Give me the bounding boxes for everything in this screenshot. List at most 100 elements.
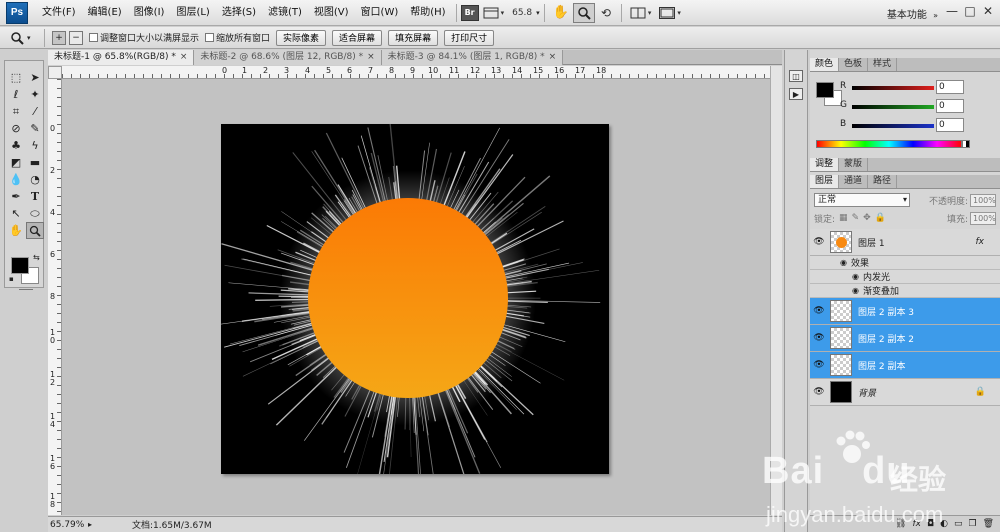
history-brush-tool[interactable]: ϟ	[26, 137, 44, 154]
status-zoom[interactable]: 65.79%	[48, 520, 84, 530]
blue-track[interactable]	[852, 124, 934, 128]
menu-layer[interactable]: 图层(L)	[170, 3, 215, 23]
document-canvas[interactable]	[221, 124, 609, 474]
chevron-down-icon[interactable]: ▾	[536, 9, 540, 17]
pen-tool[interactable]: ✒	[7, 188, 25, 205]
eye-icon[interactable]: ◉	[852, 286, 859, 295]
tab-color[interactable]: 颜色	[810, 58, 840, 71]
eye-icon[interactable]: ◉	[852, 272, 859, 281]
history-panel-button[interactable]: ◫	[789, 70, 803, 82]
clone-stamp-tool[interactable]: ♣	[7, 137, 25, 154]
zoom-level[interactable]: 65.8	[508, 8, 536, 18]
fill-screen-button[interactable]: 填充屏幕	[388, 29, 439, 46]
opacity-input[interactable]: 100%	[970, 193, 996, 207]
tab-document-3[interactable]: 未标题-3 @ 84.1% (图层 1, RGB/8) * ×	[381, 50, 564, 65]
move-tool[interactable]: ➤	[26, 69, 44, 86]
link-icon[interactable]: ⛓	[895, 519, 906, 529]
adjustment-icon[interactable]: ◐	[940, 519, 948, 529]
blue-slider[interactable]: B 0	[840, 118, 1000, 136]
effect-gradient-overlay[interactable]: ◉ 渐变叠加	[810, 284, 1000, 298]
new-layer-icon[interactable]: ❐	[968, 519, 976, 529]
ruler-origin[interactable]	[48, 66, 62, 79]
menu-image[interactable]: 图像(I)	[128, 3, 171, 23]
lock-image-icon[interactable]: ✎	[852, 213, 860, 223]
layer-row[interactable]: 👁 图层 1 fx	[810, 229, 1000, 256]
quick-mask-button[interactable]	[19, 289, 33, 295]
tab-document-1[interactable]: 未标题-1 @ 65.8%(RGB/8) * ×	[48, 50, 195, 65]
green-value-input[interactable]: 0	[936, 99, 964, 113]
menu-help[interactable]: 帮助(H)	[404, 3, 451, 23]
layer-row[interactable]: 👁 图层 2 副本 3	[810, 298, 1000, 325]
hand-tool-button[interactable]: ✋	[549, 3, 573, 23]
canvas-area[interactable]	[62, 79, 770, 515]
menu-select[interactable]: 选择(S)	[216, 3, 262, 23]
menu-filter[interactable]: 滤镜(T)	[262, 3, 308, 23]
crop-tool[interactable]: ⌗	[7, 103, 25, 120]
blur-tool[interactable]: 💧	[7, 171, 25, 188]
red-slider[interactable]: R 0	[840, 80, 1000, 98]
zoom-tool[interactable]	[26, 222, 44, 239]
actual-pixels-button[interactable]: 实际像素	[276, 29, 327, 46]
zoom-all-windows-checkbox[interactable]: 缩放所有窗口	[205, 31, 270, 44]
foreground-color-swatch[interactable]	[816, 82, 834, 98]
minimize-button[interactable]: —	[944, 4, 960, 18]
blue-value-input[interactable]: 0	[936, 118, 964, 132]
blend-mode-select[interactable]: 正常	[814, 193, 910, 207]
zoom-out-button[interactable]: −	[69, 30, 83, 45]
path-selection-tool[interactable]: ↖	[7, 205, 25, 222]
marquee-tool[interactable]: ⬚	[7, 69, 25, 86]
actions-panel-button[interactable]: ▶	[789, 88, 803, 100]
dodge-tool[interactable]: ◔	[26, 171, 44, 188]
magic-wand-tool[interactable]: ✦	[26, 86, 44, 103]
red-value-input[interactable]: 0	[936, 80, 964, 94]
default-colors-icon[interactable]: ▪	[9, 275, 14, 283]
rotate-view-button[interactable]: ⟲	[595, 3, 617, 23]
eraser-tool[interactable]: ◩	[7, 154, 25, 171]
vertical-ruler[interactable]: 0 2 4 6 8 1 0 1 2 1 4 1 6 1 8	[48, 79, 62, 515]
print-size-button[interactable]: 打印尺寸	[444, 29, 495, 46]
menu-window[interactable]: 窗口(W)	[355, 3, 405, 23]
restore-button[interactable]: □	[962, 4, 978, 18]
close-button[interactable]: ✕	[980, 4, 996, 18]
eye-icon[interactable]: 👁	[812, 237, 826, 247]
workspace-switcher[interactable]: 基本功能 »	[887, 6, 938, 21]
fill-input[interactable]: 100%	[970, 211, 996, 225]
group-icon[interactable]: ▭	[954, 519, 963, 529]
color-spectrum-bar[interactable]	[816, 140, 962, 148]
lock-transparent-icon[interactable]: ▦	[839, 213, 848, 223]
mask-icon[interactable]: ◘	[927, 519, 934, 529]
view-extras-button[interactable]: ▾	[479, 3, 509, 23]
tab-layers[interactable]: 图层	[810, 175, 840, 188]
lasso-tool[interactable]: ℓ	[7, 86, 25, 103]
menu-view[interactable]: 视图(V)	[308, 3, 355, 23]
foreground-color-swatch[interactable]	[11, 257, 29, 274]
green-track[interactable]	[852, 105, 934, 109]
trash-icon[interactable]: 🗑	[983, 519, 994, 529]
black-white-picker[interactable]	[962, 140, 970, 148]
fit-screen-button[interactable]: 适合屏幕	[332, 29, 383, 46]
green-slider[interactable]: G 0	[840, 99, 1000, 117]
tab-swatches[interactable]: 色板	[839, 58, 869, 71]
checkbox-box[interactable]	[205, 33, 215, 42]
resize-windows-checkbox[interactable]: 调整窗口大小以满屏显示	[89, 31, 199, 44]
tab-masks[interactable]: 蒙版	[839, 158, 869, 171]
healing-brush-tool[interactable]: ⊘	[7, 120, 25, 137]
tab-styles[interactable]: 样式	[868, 58, 898, 71]
tool-preset-picker[interactable]: ▾	[10, 31, 40, 45]
eye-icon[interactable]: 👁	[812, 360, 826, 370]
red-track[interactable]	[852, 86, 934, 90]
eyedropper-tool[interactable]: ⁄	[26, 103, 44, 120]
status-menu-icon[interactable]: ▸	[88, 520, 92, 529]
zoom-tool-button[interactable]	[572, 2, 595, 23]
vertical-scrollbar[interactable]	[770, 66, 782, 515]
effect-inner-glow[interactable]: ◉ 内发光	[810, 270, 1000, 284]
eye-icon[interactable]: 👁	[812, 306, 826, 316]
eye-icon[interactable]: ◉	[840, 258, 847, 267]
tab-paths[interactable]: 路径	[868, 175, 898, 188]
fx-icon[interactable]: fx	[976, 237, 985, 247]
screen-mode-button[interactable]: ▾	[655, 3, 685, 23]
swap-colors-icon[interactable]: ⇆	[33, 253, 40, 262]
eye-icon[interactable]: 👁	[812, 333, 826, 343]
layer-row[interactable]: 👁 图层 2 副本	[810, 352, 1000, 379]
checkbox-box[interactable]	[89, 33, 98, 42]
